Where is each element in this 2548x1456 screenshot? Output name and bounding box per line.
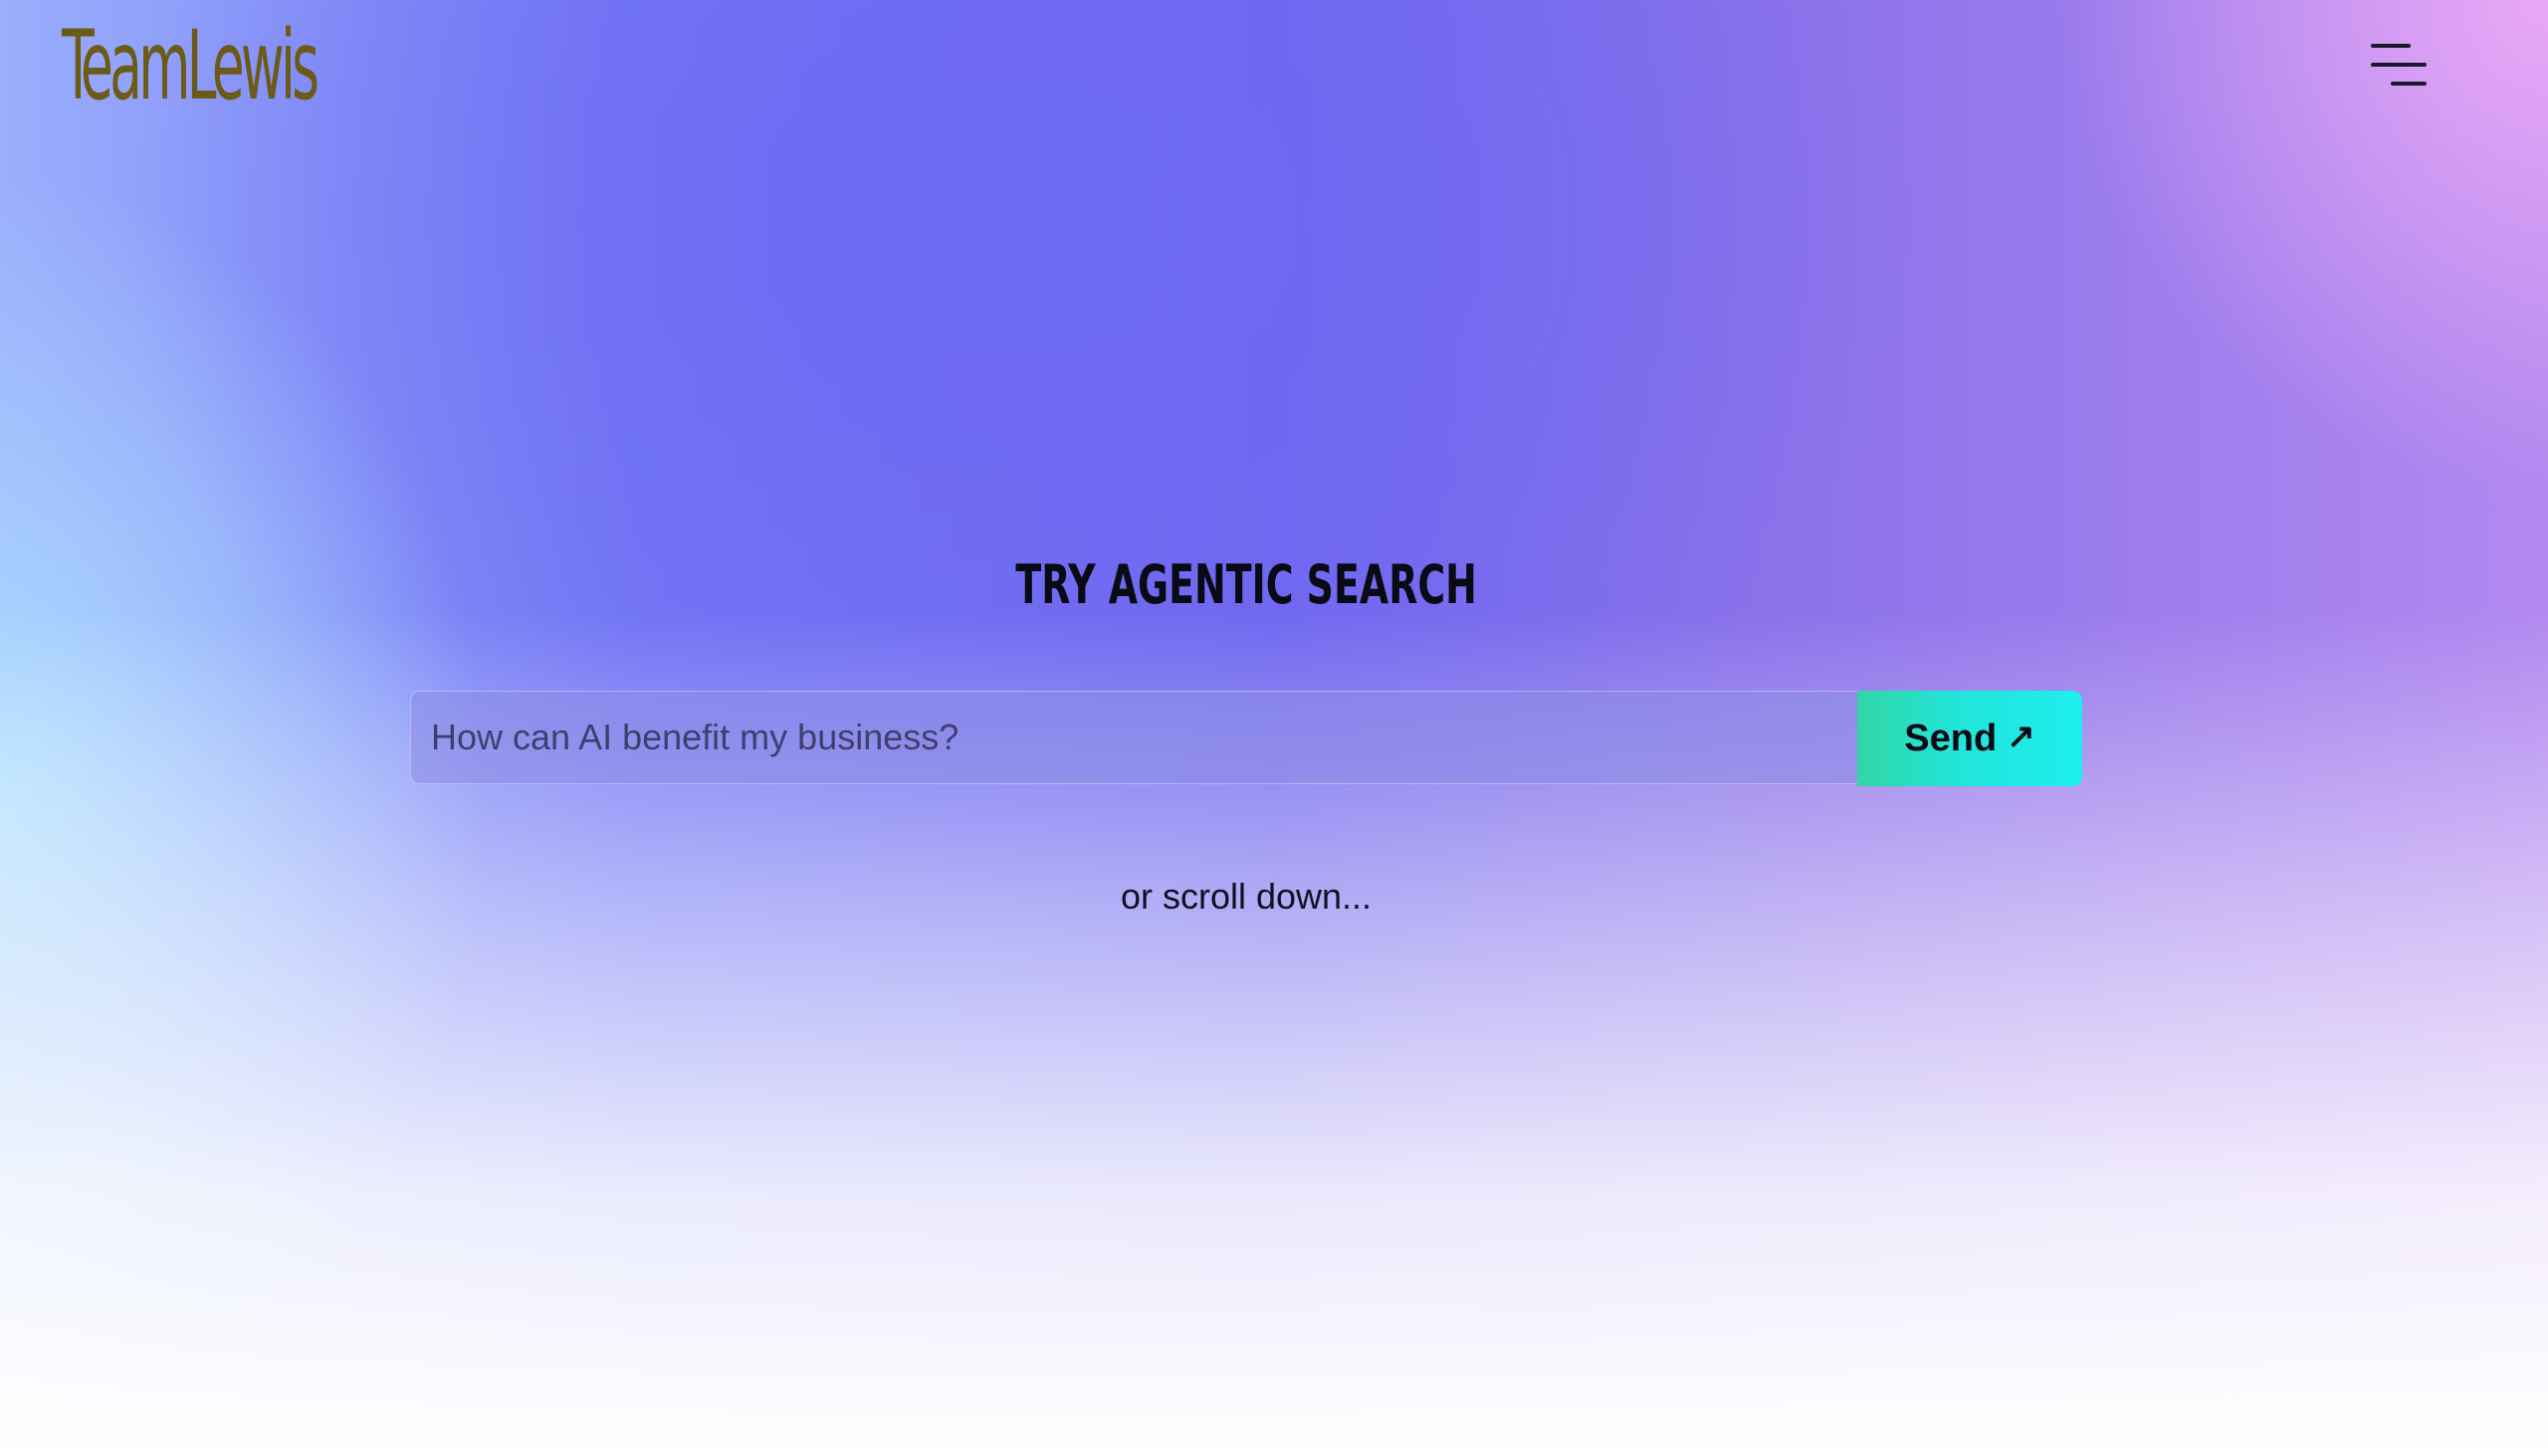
menu-line: [2371, 44, 2411, 48]
scroll-hint: or scroll down...: [1120, 876, 1373, 917]
search-bar: Send ↗: [410, 691, 2082, 786]
hamburger-menu-icon[interactable]: [2361, 40, 2427, 92]
page-title-text: TRY AGENTIC SEARCH: [1015, 553, 1477, 616]
brand-logo[interactable]: TeamLewis: [62, 18, 319, 113]
page-title: TRY AGENTIC SEARCH: [0, 545, 2492, 625]
send-button-label: Send: [1904, 717, 1998, 759]
search-input[interactable]: [410, 691, 1857, 784]
menu-line: [2371, 63, 2427, 67]
arrow-up-right-icon: ↗: [2007, 718, 2035, 755]
send-button[interactable]: Send ↗: [1857, 691, 2082, 786]
menu-line: [2391, 82, 2427, 86]
